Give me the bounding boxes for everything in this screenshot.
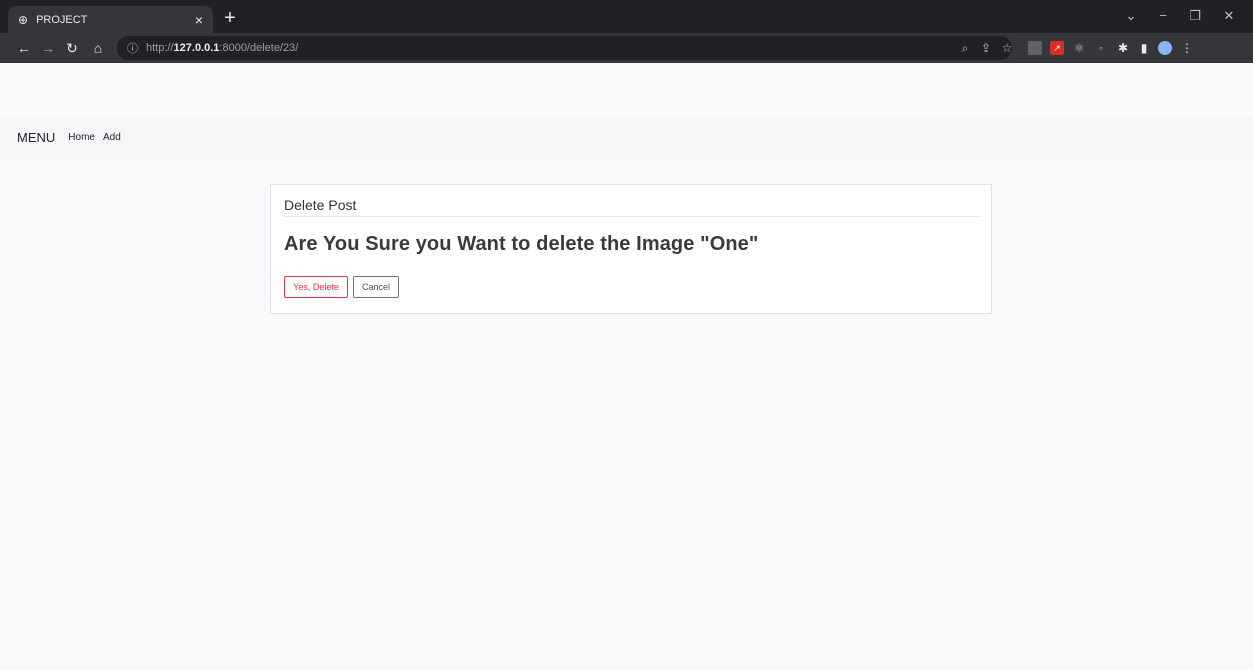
delete-card: Delete Post Are You Sure you Want to del… bbox=[270, 184, 992, 314]
navbar-brand[interactable]: MENU bbox=[17, 130, 55, 145]
side-panel-icon[interactable]: ▮ bbox=[1137, 41, 1151, 55]
reload-icon[interactable]: ↻ bbox=[62, 38, 82, 58]
more-menu-icon[interactable]: ⋮ bbox=[1180, 41, 1194, 55]
bookmark-star-icon[interactable]: ☆ bbox=[1000, 41, 1014, 55]
close-tab-icon[interactable]: × bbox=[195, 12, 203, 28]
minimize-icon[interactable]: − bbox=[1148, 6, 1178, 26]
restore-icon[interactable]: ❐ bbox=[1180, 6, 1210, 26]
zoom-icon[interactable]: ⌕ bbox=[958, 41, 972, 55]
nav-link-home[interactable]: Home bbox=[68, 132, 95, 143]
navbar: MENU Home Add bbox=[0, 115, 1253, 159]
browser-tab[interactable]: ⊕ PROJECT × bbox=[8, 6, 213, 33]
card-divider bbox=[284, 216, 979, 217]
profile-avatar-icon[interactable] bbox=[1158, 41, 1172, 55]
react-extension-icon[interactable]: ⚛ bbox=[1072, 41, 1086, 55]
pdf-extension-icon[interactable]: ↗ bbox=[1050, 41, 1064, 55]
close-window-icon[interactable]: ✕ bbox=[1214, 6, 1244, 26]
page: MENU Home Add Delete Post Are You Sure y… bbox=[0, 63, 1253, 670]
info-icon[interactable]: ⓘ bbox=[127, 40, 138, 56]
new-tab-icon[interactable]: + bbox=[218, 6, 242, 30]
mouse-extension-icon[interactable]: ◦ bbox=[1094, 41, 1108, 55]
delete-confirmation-text: Are You Sure you Want to delete the Imag… bbox=[284, 233, 759, 255]
back-icon[interactable]: ← bbox=[14, 38, 34, 58]
share-icon[interactable]: ⇪ bbox=[979, 41, 993, 55]
extension-icon[interactable] bbox=[1028, 41, 1042, 55]
tab-title: PROJECT bbox=[36, 13, 88, 26]
extensions-puzzle-icon[interactable]: ✱ bbox=[1116, 41, 1130, 55]
address-bar[interactable]: ⓘ http://127.0.0.1:8000/delete/23/ bbox=[117, 36, 1012, 60]
url-text: http://127.0.0.1:8000/delete/23/ bbox=[146, 42, 299, 54]
card-title: Delete Post bbox=[284, 197, 357, 213]
cancel-button[interactable]: Cancel bbox=[353, 276, 399, 298]
globe-icon: ⊕ bbox=[18, 12, 29, 27]
home-icon[interactable]: ⌂ bbox=[88, 38, 108, 58]
tab-search-icon[interactable]: ⌄ bbox=[1116, 6, 1146, 26]
browser-toolbar: ← → ↻ ⌂ ⓘ http://127.0.0.1:8000/delete/2… bbox=[0, 33, 1253, 63]
forward-icon[interactable]: → bbox=[38, 38, 58, 58]
browser-tabstrip: ⊕ PROJECT × + ⌄ − ❐ ✕ bbox=[0, 0, 1253, 33]
nav-link-add[interactable]: Add bbox=[103, 132, 121, 143]
confirm-delete-button[interactable]: Yes, Delete bbox=[284, 276, 348, 298]
